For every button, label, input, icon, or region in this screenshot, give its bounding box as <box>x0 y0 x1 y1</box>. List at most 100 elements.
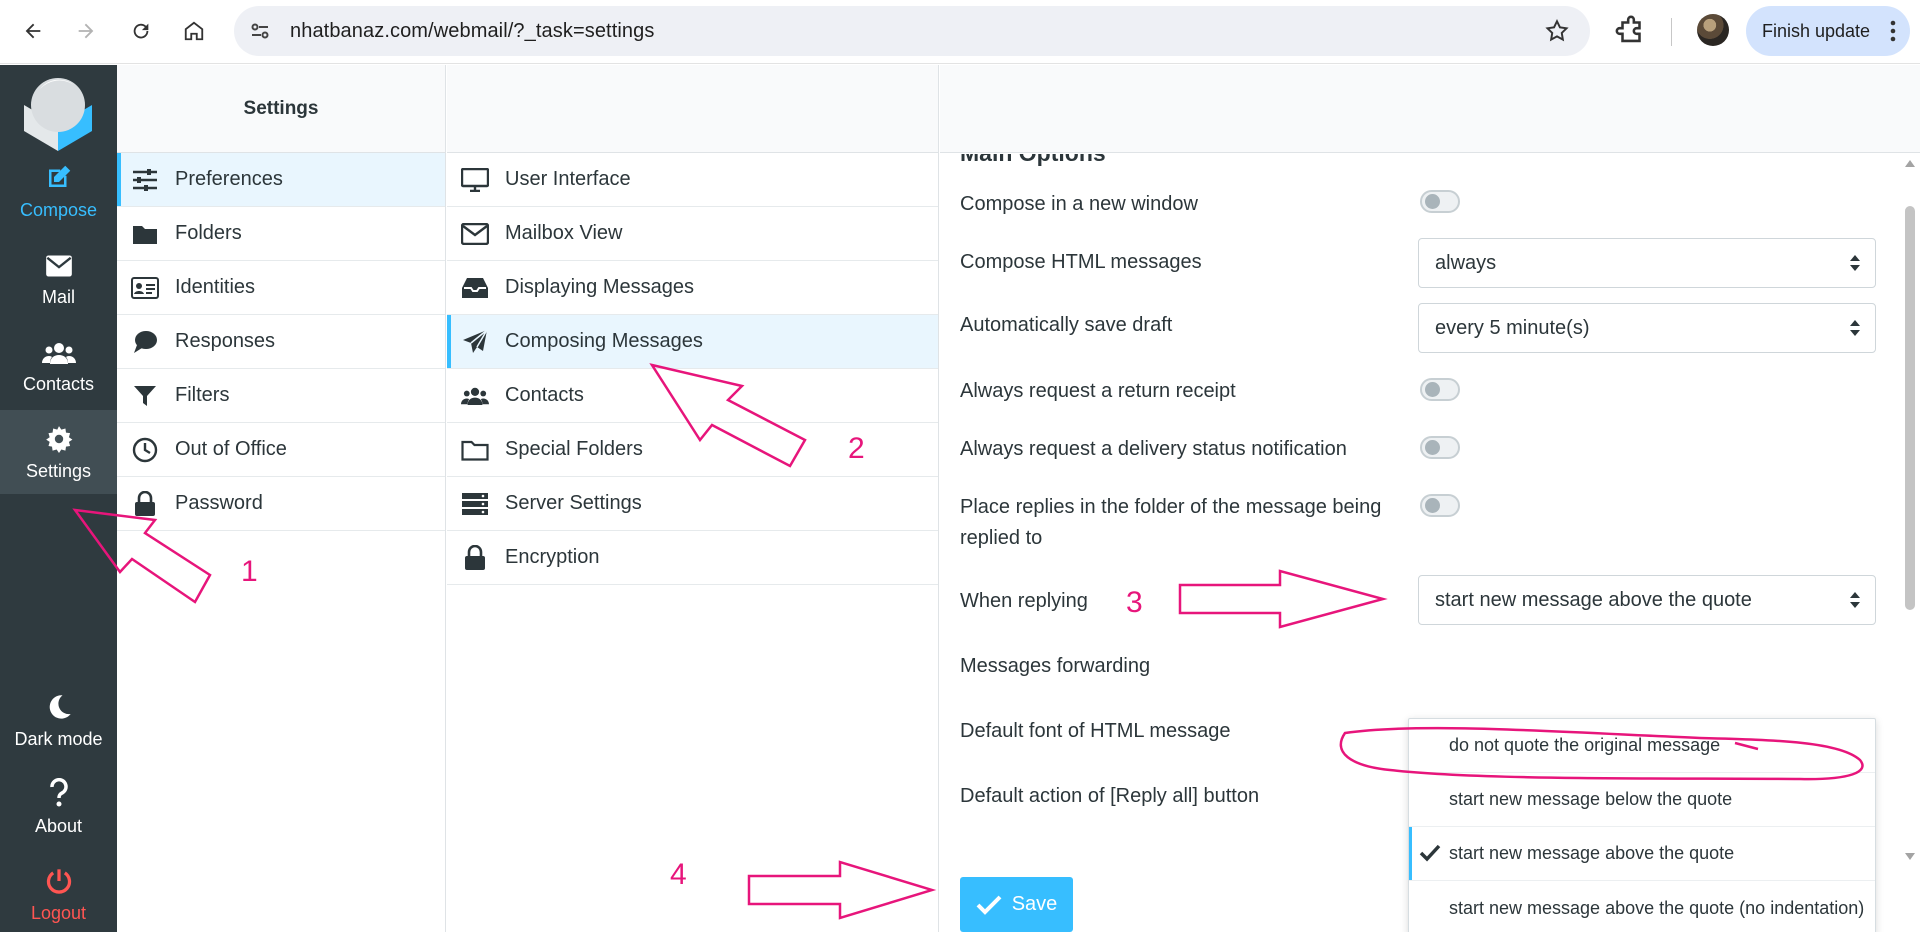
nav-compose[interactable]: Compose <box>0 149 117 233</box>
section-item-label: Encryption <box>505 546 600 568</box>
settings-item-label: Out of Office <box>175 438 287 460</box>
sections-panel: User Interface Mailbox View Displaying M… <box>447 65 939 932</box>
settings-header: Settings <box>117 65 445 153</box>
forward-button[interactable] <box>69 14 103 48</box>
save-label: Save <box>1011 893 1058 915</box>
select-compose-html[interactable]: always <box>1418 238 1876 288</box>
settings-item-label: Identities <box>175 276 256 298</box>
section-item-user-interface[interactable]: User Interface <box>447 153 938 207</box>
option-no-quote[interactable]: do not quote the original message <box>1409 719 1875 773</box>
toolbar-divider <box>1671 18 1672 46</box>
section-item-displaying-messages[interactable]: Displaying Messages <box>447 261 938 315</box>
back-button[interactable] <box>16 14 50 48</box>
forward-icon <box>78 23 94 39</box>
annotation-number-1: 1 <box>241 555 258 588</box>
label-compose-new-window: Compose in a new window <box>960 193 1198 215</box>
nav-label: Dark mode <box>14 729 103 749</box>
content-header <box>940 65 1920 153</box>
folder-icon <box>133 225 157 244</box>
nav-about[interactable]: About <box>0 765 117 849</box>
filter-icon <box>134 385 156 406</box>
nav-contacts[interactable]: Contacts <box>0 323 117 407</box>
section-title: Main Options <box>960 154 1106 167</box>
lock-icon <box>135 490 155 516</box>
site-info-icon[interactable] <box>248 19 272 43</box>
settings-item-label: Password <box>175 492 263 514</box>
option-above-quote[interactable]: start new message above the quote <box>1409 827 1875 881</box>
address-bar[interactable]: nhatbanaz.com/webmail/?_task=settings <box>234 6 1590 56</box>
check-icon <box>976 895 1002 915</box>
section-item-server-settings[interactable]: Server Settings <box>447 477 938 531</box>
settings-item-label: Preferences <box>175 168 283 190</box>
reload-button[interactable] <box>124 14 158 48</box>
nav-dark-mode[interactable]: Dark mode <box>0 678 117 762</box>
settings-item-filters[interactable]: Filters <box>117 369 445 423</box>
preferences-content: Main Options Compose in a new window Com… <box>940 65 1920 932</box>
paper-plane-icon <box>463 328 488 353</box>
toggle-compose-new-window[interactable] <box>1420 190 1460 213</box>
nav-settings[interactable]: Settings <box>0 410 117 494</box>
url-text[interactable]: nhatbanaz.com/webmail/?_task=settings <box>290 20 654 43</box>
finish-update-button[interactable]: Finish update <box>1746 6 1910 56</box>
select-save-draft[interactable]: every 5 minute(s) <box>1418 303 1876 353</box>
sort-caret-icon <box>1850 320 1860 336</box>
moon-icon <box>49 695 71 719</box>
lock-icon <box>465 544 485 570</box>
monitor-icon <box>461 167 489 192</box>
settings-item-preferences[interactable]: Preferences <box>117 153 445 207</box>
speech-bubble-icon <box>134 330 157 353</box>
gear-icon <box>45 426 72 453</box>
toggle-return-receipt[interactable] <box>1420 378 1460 401</box>
nav-label: Contacts <box>22 374 95 394</box>
toggle-replies-folder[interactable] <box>1420 494 1460 517</box>
label-default-font: Default font of HTML message <box>960 720 1231 742</box>
mail-icon <box>45 255 72 277</box>
nav-label: Settings <box>25 461 92 481</box>
scroll-down-icon <box>1905 853 1915 860</box>
scroll-up-icon <box>1905 160 1915 167</box>
home-button[interactable] <box>177 14 211 48</box>
clock-icon <box>132 437 158 462</box>
label-replies-folder: Place replies in the folder of the messa… <box>960 496 1382 549</box>
section-item-label: Contacts <box>505 384 584 406</box>
settings-item-responses[interactable]: Responses <box>117 315 445 369</box>
nav-label: Logout <box>30 903 87 923</box>
content-scrollbar[interactable] <box>1900 154 1920 866</box>
star-icon[interactable] <box>1544 18 1570 44</box>
section-item-label: Special Folders <box>505 438 643 460</box>
sections-header <box>447 65 938 153</box>
settings-panel: Settings Preferences Folders Identities … <box>117 65 446 932</box>
settings-item-out-of-office[interactable]: Out of Office <box>117 423 445 477</box>
section-item-composing-messages[interactable]: Composing Messages <box>447 315 938 369</box>
toggle-delivery-status[interactable] <box>1420 436 1460 459</box>
nav-logout[interactable]: Logout <box>0 852 117 936</box>
label-save-draft: Automatically save draft <box>960 314 1173 336</box>
section-item-contacts[interactable]: Contacts <box>447 369 938 423</box>
settings-item-identities[interactable]: Identities <box>117 261 445 315</box>
sort-caret-icon <box>1850 592 1860 608</box>
label-messages-forwarding: Messages forwarding <box>960 655 1151 677</box>
composing-form: Main Options Compose in a new window Com… <box>940 154 1890 932</box>
option-above-quote-no-indent[interactable]: start new message above the quote (no in… <box>1409 881 1875 932</box>
profile-avatar[interactable] <box>1697 14 1729 46</box>
save-button[interactable]: Save <box>960 877 1073 932</box>
settings-item-folders[interactable]: Folders <box>117 207 445 261</box>
option-label: start new message above the quote <box>1449 843 1735 863</box>
scroll-thumb[interactable] <box>1905 206 1915 610</box>
section-item-label: Displaying Messages <box>505 276 694 298</box>
annotation-number-3: 3 <box>1126 586 1143 619</box>
sort-caret-icon <box>1850 255 1860 271</box>
server-icon <box>462 492 488 515</box>
select-when-replying[interactable]: start new message above the quote <box>1418 575 1876 625</box>
power-icon <box>46 869 71 894</box>
extensions-icon[interactable] <box>1614 14 1648 48</box>
section-item-mailbox-view[interactable]: Mailbox View <box>447 207 938 261</box>
nav-mail[interactable]: Mail <box>0 236 117 320</box>
back-icon <box>25 23 41 39</box>
settings-item-password[interactable]: Password <box>117 477 445 531</box>
section-item-encryption[interactable]: Encryption <box>447 531 938 585</box>
option-below-quote[interactable]: start new message below the quote <box>1409 773 1875 827</box>
select-value: start new message above the quote <box>1435 588 1752 611</box>
label-delivery-status: Always request a delivery status notific… <box>960 438 1347 460</box>
check-icon <box>1419 844 1441 862</box>
